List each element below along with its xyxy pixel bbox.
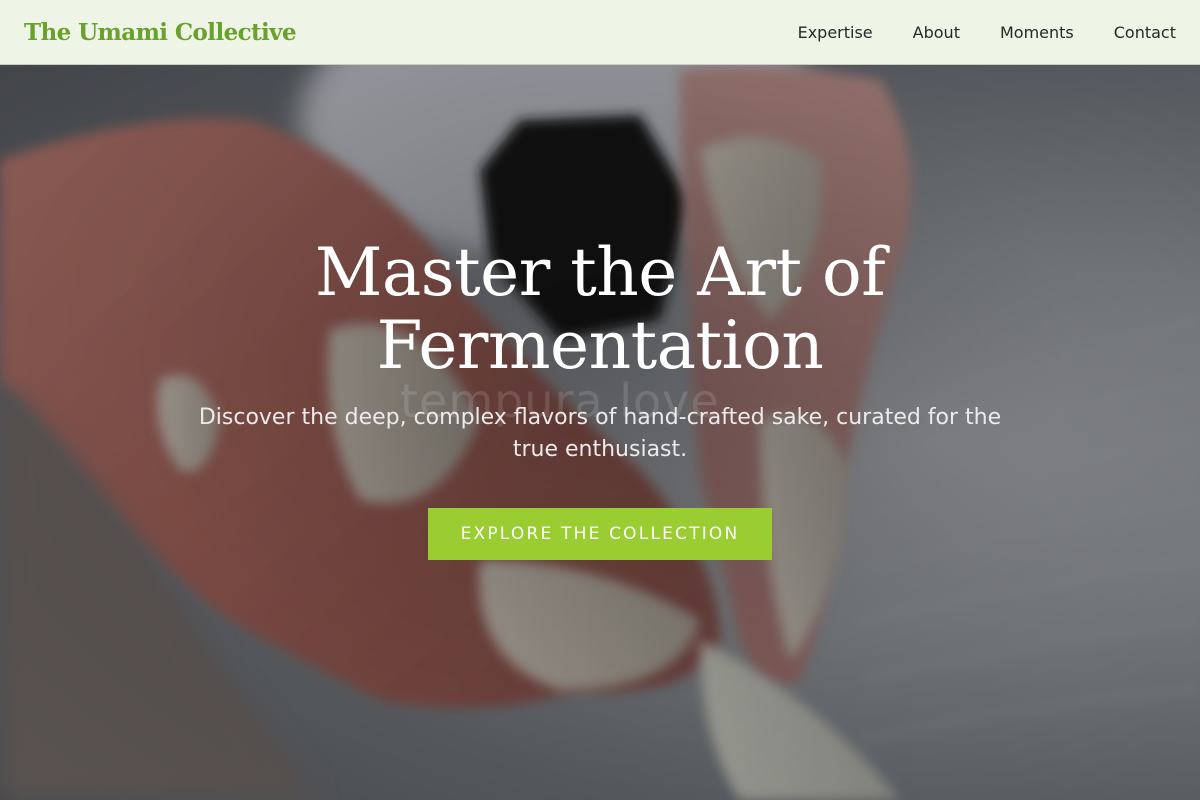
- nav-link-about[interactable]: About: [913, 23, 960, 42]
- site-header: The Umami Collective Expertise About Mom…: [0, 0, 1200, 65]
- hero-title: Master the Art of Fermentation: [314, 234, 886, 384]
- main-nav: Expertise About Moments Contact: [798, 23, 1176, 42]
- hero-subtitle: Discover the deep, complex flavors of ha…: [198, 405, 1002, 462]
- explore-collection-button[interactable]: EXPLORE THE COLLECTION: [428, 508, 772, 560]
- nav-link-contact[interactable]: Contact: [1114, 23, 1176, 42]
- nav-link-expertise[interactable]: Expertise: [798, 23, 873, 42]
- hero-section: Master the Art of Fermentation Discover …: [0, 236, 1200, 560]
- nav-link-moments[interactable]: Moments: [1000, 23, 1074, 42]
- brand-logo[interactable]: The Umami Collective: [24, 19, 297, 46]
